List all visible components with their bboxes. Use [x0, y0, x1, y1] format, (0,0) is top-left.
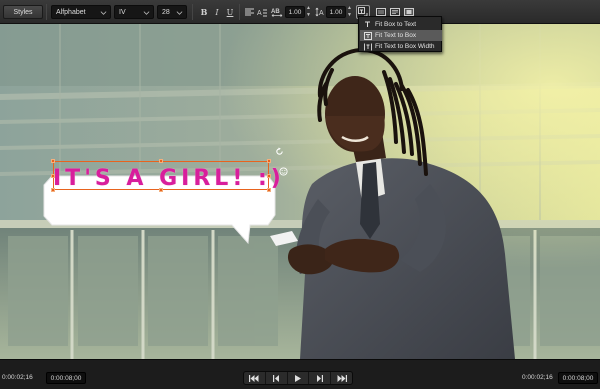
stepper-up-icon: ▲: [306, 5, 311, 11]
resize-handle[interactable]: [159, 159, 163, 163]
leading-input[interactable]: 1.00: [326, 6, 346, 18]
step-forward-button[interactable]: [309, 372, 332, 384]
paragraph-options-button[interactable]: [390, 7, 400, 16]
baseline-shift-icon: A: [257, 9, 267, 17]
menu-item-fit-text-to-box[interactable]: Fit Text to Box: [360, 30, 442, 41]
chevron-down-icon: [143, 11, 150, 15]
text-box-icon: [376, 7, 386, 16]
text-box-options-button[interactable]: [376, 7, 386, 16]
fit-text-to-box-width-icon: [363, 42, 372, 51]
font-family-value: Alfphabet: [56, 8, 86, 16]
align-left-icon: [244, 8, 254, 16]
stepper-down-icon: ▼: [347, 12, 352, 18]
italic-button[interactable]: I: [211, 5, 223, 19]
resize-handle[interactable]: [267, 159, 271, 163]
skip-to-end-icon: [337, 374, 347, 382]
bold-button[interactable]: B: [198, 5, 210, 19]
resize-handle[interactable]: [51, 174, 55, 178]
align-left-button[interactable]: [243, 5, 255, 19]
chevron-down-icon: [176, 11, 183, 15]
font-size-value: 28: [162, 8, 170, 16]
stepper-down-icon: ▼: [306, 12, 311, 18]
resize-handle[interactable]: [267, 174, 271, 178]
shape-icon: [404, 7, 414, 16]
play-button[interactable]: [288, 372, 310, 384]
skip-to-start-button[interactable]: [244, 372, 266, 384]
fit-options-menu: Fit Box to Text Fit Text to Box Fit Text…: [358, 16, 442, 52]
font-weight-value: IV: [119, 8, 126, 16]
resize-handle[interactable]: [51, 188, 55, 192]
text-toolbar: Styles Alfphabet IV 28 B I U A AB 1.00 ▲…: [0, 0, 600, 24]
svg-text:AB: AB: [271, 9, 280, 15]
chevron-down-icon: [100, 11, 107, 15]
tracking-label: AB: [271, 5, 283, 19]
svg-text:A: A: [257, 10, 262, 17]
paragraph-icon: [390, 7, 400, 16]
tracking-input[interactable]: 1.00: [285, 6, 305, 18]
end-duration-field[interactable]: 0:00:08;00: [558, 372, 598, 384]
toolbar-divider: [46, 4, 47, 20]
shape-options-button[interactable]: [404, 7, 414, 16]
tracking-stepper[interactable]: ▲ ▼: [306, 6, 311, 18]
playback-controls: [243, 371, 353, 385]
fit-text-to-box-icon: [363, 31, 372, 40]
svg-text:A: A: [319, 10, 324, 17]
toolbar-divider: [192, 4, 193, 20]
step-forward-icon: [317, 374, 324, 382]
styles-button[interactable]: Styles: [3, 5, 43, 19]
step-back-button[interactable]: [266, 372, 288, 384]
menu-item-fit-box-to-text[interactable]: Fit Box to Text: [360, 19, 442, 30]
bubble-tail-handle-icon[interactable]: [279, 167, 288, 176]
current-timecode: 0:00:02;16: [2, 374, 33, 381]
duration-field[interactable]: 0:00:08;00: [46, 372, 86, 384]
rotate-handle-icon[interactable]: [275, 147, 284, 156]
underline-button[interactable]: U: [224, 5, 236, 19]
end-timecode: 0:00:02;16: [522, 374, 553, 381]
menu-item-fit-text-to-box-width[interactable]: Fit Text to Box Width: [360, 41, 442, 52]
skip-to-end-button[interactable]: [331, 372, 352, 384]
menu-item-label: Fit Text to Box: [375, 32, 417, 39]
leading-stepper[interactable]: ▲ ▼: [347, 6, 352, 18]
leading-icon: A: [314, 7, 324, 17]
skip-to-start-icon: [249, 374, 259, 382]
baseline-shift-button[interactable]: A: [256, 5, 268, 19]
menu-item-label: Fit Text to Box Width: [375, 43, 435, 50]
stepper-up-icon: ▲: [347, 5, 352, 11]
font-size-select[interactable]: 28: [157, 5, 187, 19]
step-back-icon: [272, 374, 279, 382]
play-icon: [294, 374, 301, 382]
transport-bar: 0:00:02;16 0:00:08;00 0:00:02;16 0:00:08…: [0, 359, 600, 389]
resize-handle[interactable]: [267, 188, 271, 192]
fit-box-to-text-icon: [363, 20, 372, 29]
video-canvas[interactable]: IT'S A GIRL! :): [0, 24, 600, 359]
font-weight-select[interactable]: IV: [114, 5, 154, 19]
toolbar-divider: [239, 4, 240, 20]
tracking-icon: AB: [271, 9, 283, 17]
resize-handle[interactable]: [51, 159, 55, 163]
resize-handle[interactable]: [159, 188, 163, 192]
leading-label: A: [314, 5, 326, 19]
font-family-select[interactable]: Alfphabet: [51, 5, 111, 19]
menu-item-label: Fit Box to Text: [375, 21, 417, 28]
